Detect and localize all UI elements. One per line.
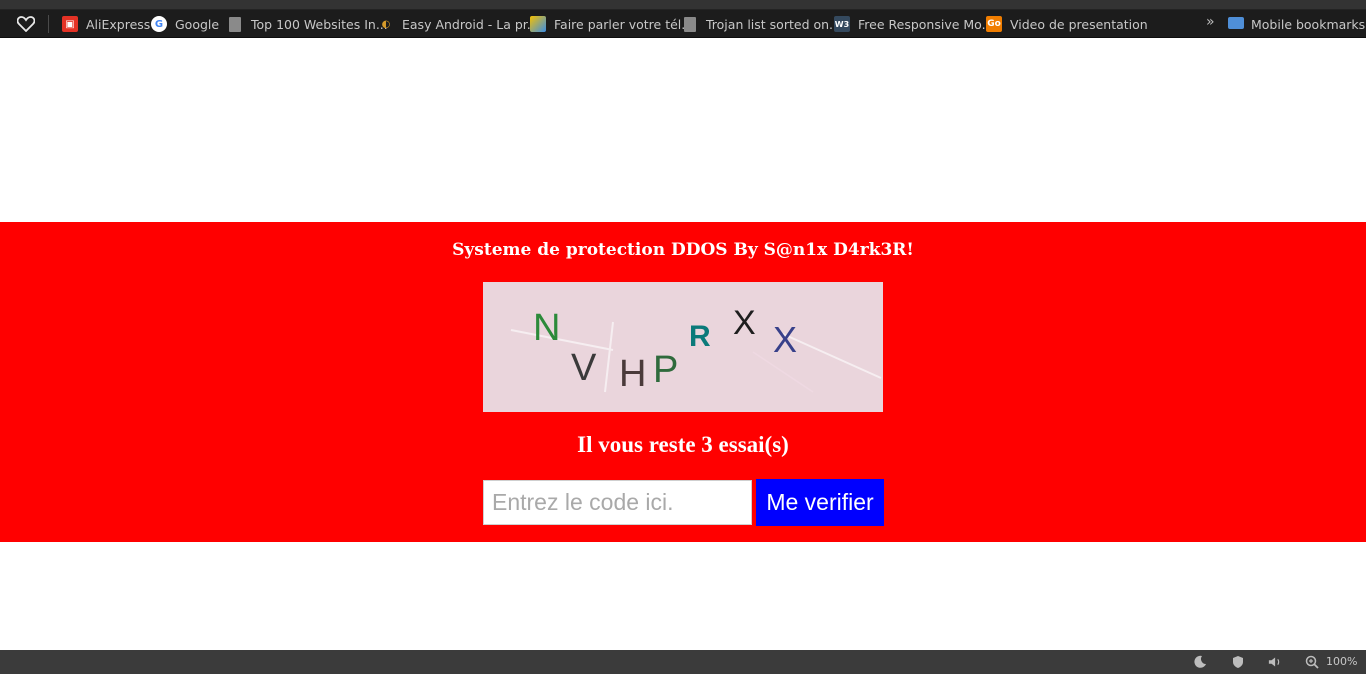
bookmark-icon (530, 16, 546, 32)
svg-text:V: V (571, 347, 597, 389)
aliexpress-icon: ▣ (62, 16, 78, 32)
bookmarks-separator (48, 15, 49, 33)
chevron-more-icon[interactable]: » (1206, 14, 1215, 30)
verify-button[interactable]: Me verifier (756, 479, 884, 526)
captcha-image: N V H P R X X (483, 282, 883, 412)
bookmark-label: Mobile bookmarks (1251, 16, 1366, 32)
svg-text:X: X (733, 304, 756, 342)
bookmark-google[interactable]: G Google (151, 14, 219, 34)
tab-strip-edge (0, 0, 1366, 9)
document-icon (229, 16, 241, 32)
w3-icon: W3 (834, 16, 850, 32)
bookmark-label: Video de presentation (1010, 16, 1148, 32)
bookmark-label: AliExpress (86, 16, 151, 32)
bookmark-easy-android[interactable]: ◐ Easy Android - La pr... (378, 14, 539, 34)
protection-title: Systeme de protection DDOS By S@n1x D4rk… (452, 240, 914, 260)
bookmark-free-responsive[interactable]: W3 Free Responsive Mo... (834, 14, 994, 34)
svg-text:N: N (533, 307, 560, 349)
go-icon: Go (986, 16, 1002, 32)
bookmark-top100[interactable]: Top 100 Websites In... (229, 14, 388, 34)
svg-text:P: P (653, 349, 678, 391)
bookmark-mobile[interactable]: Mobile bookmarks (1251, 14, 1365, 34)
bookmark-faire-parler[interactable]: Faire parler votre tél... (530, 14, 693, 34)
captcha-code-input[interactable] (483, 480, 752, 525)
svg-text:X: X (773, 319, 797, 360)
android-icon: ◐ (381, 18, 391, 30)
bookmark-label: Free Responsive Mo... (858, 16, 994, 32)
heart-icon[interactable] (16, 14, 36, 34)
bookmark-label: Easy Android - La pr... (402, 16, 539, 32)
speaker-icon[interactable] (1268, 654, 1284, 670)
zoom-level[interactable]: 100% (1326, 655, 1357, 668)
bookmark-label: Faire parler votre tél... (554, 16, 694, 32)
folder-icon (1228, 17, 1244, 29)
shield-icon[interactable] (1230, 654, 1246, 670)
moon-icon[interactable] (1192, 654, 1208, 670)
bookmark-label: Trojan list sorted on... (706, 16, 841, 32)
bookmark-video-presentation[interactable]: Go Video de presentation (986, 14, 1148, 34)
document-icon (684, 16, 696, 32)
bookmarks-bar: ▣ AliExpress G Google Top 100 Websites I… (0, 0, 1366, 38)
zoom-icon[interactable] (1304, 654, 1320, 670)
svg-text:H: H (619, 353, 646, 395)
remaining-tries-text: Il vous reste 3 essai(s) (577, 432, 789, 457)
bookmark-label: Google (175, 16, 220, 32)
bookmark-aliexpress[interactable]: ▣ AliExpress (62, 14, 150, 34)
google-icon: G (151, 16, 167, 32)
bookmark-trojan-list[interactable]: Trojan list sorted on... (684, 14, 841, 34)
svg-text:R: R (689, 320, 711, 353)
status-bar: 100% (0, 650, 1366, 674)
bookmark-label: Top 100 Websites In... (251, 16, 388, 32)
